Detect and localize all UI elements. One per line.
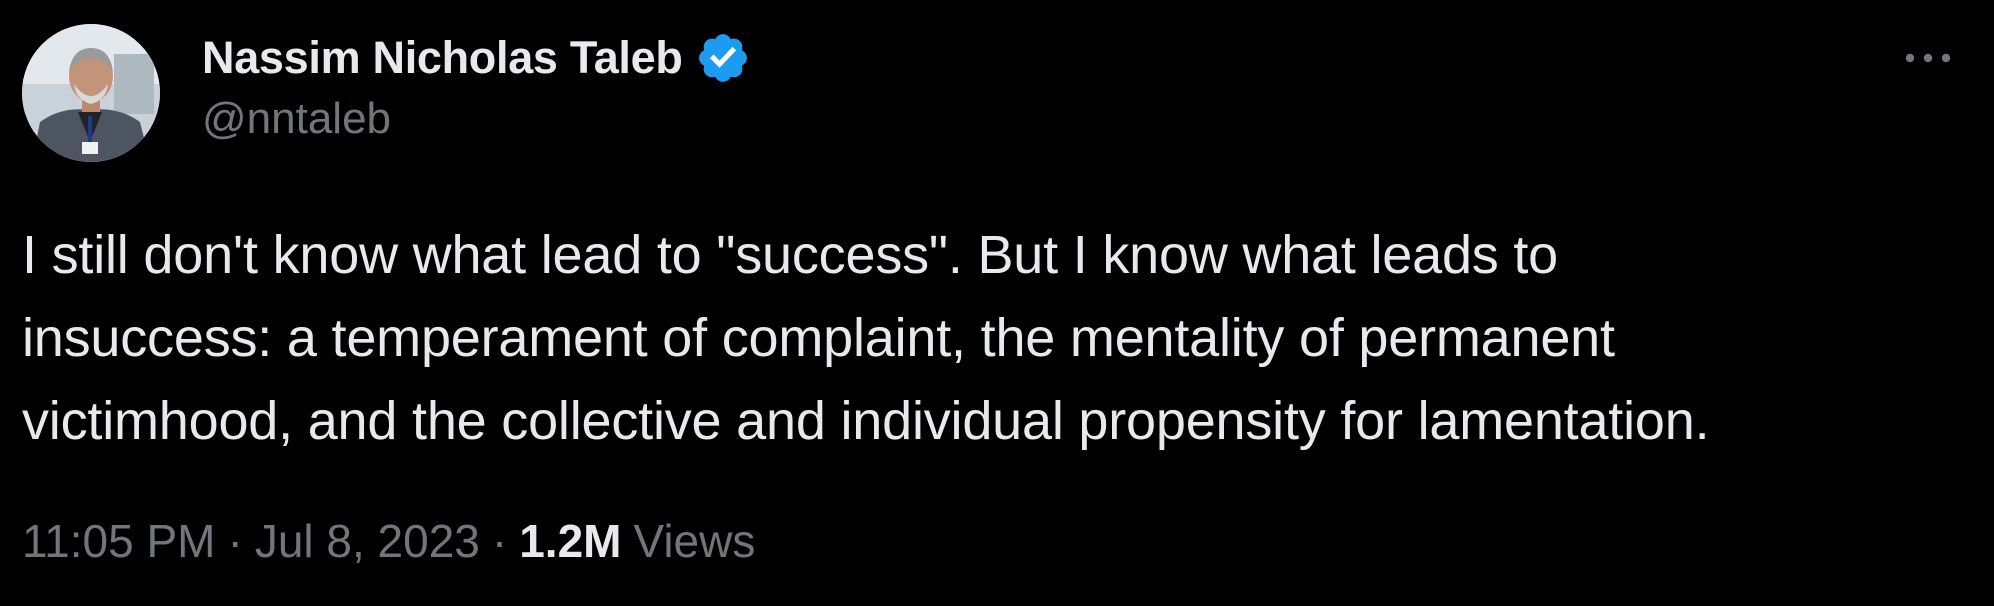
author-handle[interactable]: @nntaleb — [202, 94, 391, 144]
tweet-text-line: I still don't know what lead to "success… — [22, 225, 1559, 285]
tweet-time[interactable]: 11:05 PM — [22, 514, 215, 568]
views-count[interactable]: 1.2M — [519, 514, 621, 568]
avatar-image — [22, 24, 160, 162]
verified-badge-icon[interactable] — [695, 30, 751, 86]
tweet-text-line: insuccess: a temperament of complaint, t… — [22, 308, 1615, 368]
tweet-meta: 11:05 PM · Jul 8, 2023 · 1.2M Views — [22, 514, 755, 568]
tweet-text-line: victimhood, and the collective and indiv… — [22, 391, 1710, 451]
tweet-date[interactable]: Jul 8, 2023 — [255, 514, 480, 568]
views-label[interactable]: Views — [633, 514, 755, 568]
tweet: Nassim Nicholas Taleb @nntaleb I still d… — [0, 0, 1994, 606]
meta-separator: · — [491, 515, 508, 567]
avatar[interactable] — [22, 24, 160, 162]
author-name-row: Nassim Nicholas Taleb — [202, 26, 751, 90]
meta-separator: · — [227, 515, 243, 567]
author-display-name[interactable]: Nassim Nicholas Taleb — [202, 32, 683, 84]
tweet-text: I still don't know what lead to "success… — [22, 214, 1972, 463]
more-icon[interactable] — [1900, 40, 1956, 76]
